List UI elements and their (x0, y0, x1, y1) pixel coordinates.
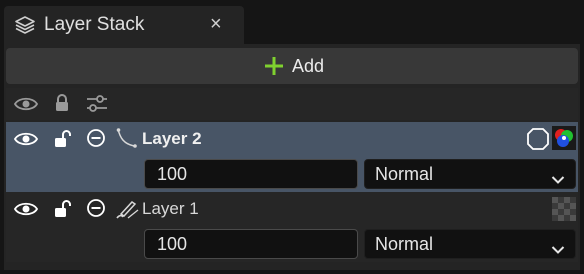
add-label: Add (292, 56, 325, 76)
visibility-eye-icon[interactable] (13, 130, 39, 153)
opacity-input[interactable]: 100 (144, 159, 358, 189)
layer-1-settings-row: 100 Normal (6, 226, 578, 262)
layer-name[interactable]: Layer 2 (142, 129, 202, 149)
layer-name[interactable]: Layer 1 (142, 199, 199, 219)
brush-icon (116, 198, 140, 225)
chevron-down-icon (551, 169, 565, 190)
opacity-input[interactable]: 100 (144, 229, 358, 259)
add-layer-button[interactable]: Add (6, 48, 578, 84)
checker-thumbnail-icon[interactable] (552, 197, 576, 226)
column-header-row (6, 88, 578, 120)
layer-stack-panel: Add Layer 2 100 Normal Layer 1 100 Norma… (4, 44, 580, 270)
close-icon[interactable]: × (210, 13, 222, 35)
tab-layer-stack[interactable]: Layer Stack × (4, 6, 244, 44)
blend-mode-select[interactable]: Normal (364, 159, 576, 189)
layer-row-layer-2[interactable]: Layer 2 (6, 122, 578, 156)
plus-icon (264, 56, 284, 76)
unlock-icon[interactable] (54, 129, 72, 154)
tab-bar: Layer Stack × (0, 0, 584, 44)
color-channels-icon[interactable] (552, 126, 576, 155)
layer-row-layer-1[interactable]: Layer 1 (6, 192, 578, 226)
blend-mode-value: Normal (375, 234, 434, 254)
layers-icon (14, 15, 36, 35)
remove-circle-icon[interactable] (86, 198, 106, 223)
layer-stack-window: Layer Stack × Add Layer 2 100 Normal Lay… (0, 0, 584, 274)
blend-mode-select[interactable]: Normal (364, 229, 576, 259)
adjustments-icon[interactable] (86, 94, 108, 119)
layer-2-settings-row: 100 Normal (6, 156, 578, 192)
remove-circle-icon[interactable] (86, 128, 106, 153)
visibility-eye-icon[interactable] (13, 200, 39, 223)
eye-icon[interactable] (13, 95, 39, 118)
paint-curve-icon (116, 126, 140, 155)
mask-circle-icon[interactable] (526, 127, 550, 156)
lock-icon[interactable] (54, 93, 70, 118)
unlock-icon[interactable] (54, 199, 72, 224)
blend-mode-value: Normal (375, 164, 434, 184)
tab-title: Layer Stack (44, 14, 145, 35)
chevron-down-icon (551, 239, 565, 260)
